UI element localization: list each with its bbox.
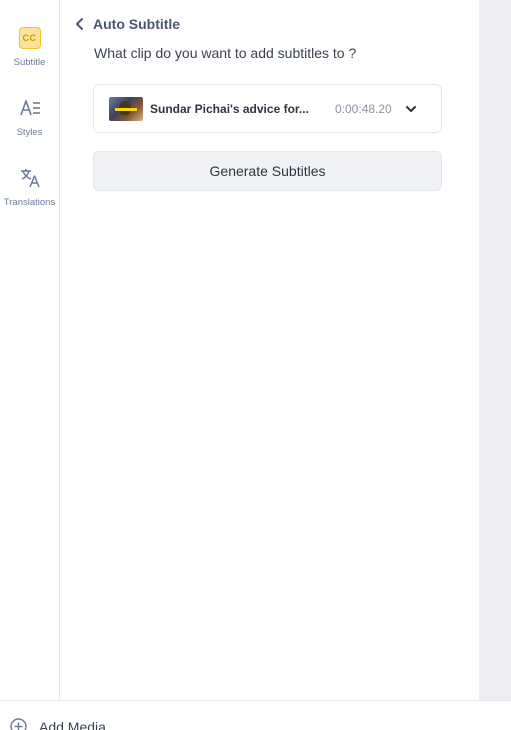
clip-select[interactable]: Sundar Pichai's advice for... 0:00:48.20 [93, 84, 442, 133]
chevron-left-icon [76, 18, 83, 30]
app: CC Subtitle Styles Translations Auto Sub… [0, 0, 511, 730]
sidebar-item-label: Subtitle [13, 57, 46, 68]
clip-thumbnail [109, 96, 143, 121]
sidebar-item-translations[interactable]: Translations [0, 165, 59, 225]
right-gutter [479, 0, 511, 700]
sidebar-item-subtitle[interactable]: CC Subtitle [0, 25, 59, 85]
sidebar-item-styles[interactable]: Styles [0, 95, 59, 155]
bottom-bar: Add Media [0, 700, 511, 730]
chevron-down-icon [405, 105, 416, 112]
clip-duration: 0:00:48.20 [335, 101, 392, 116]
add-media-button[interactable]: Add Media [10, 718, 106, 730]
clip-question: What clip do you want to add subtitles t… [94, 45, 357, 61]
generate-subtitles-button[interactable]: Generate Subtitles [93, 151, 442, 191]
translate-icon [17, 165, 43, 191]
back-button[interactable]: Auto Subtitle [73, 14, 180, 34]
sidebar-item-label: Styles [16, 127, 43, 138]
add-media-label: Add Media [39, 718, 106, 730]
panel-title: Auto Subtitle [93, 16, 181, 32]
left-rail: CC Subtitle Styles Translations [0, 0, 60, 700]
clip-name: Sundar Pichai's advice for... [150, 101, 309, 116]
styles-icon [17, 95, 43, 121]
auto-subtitle-panel: Auto Subtitle What clip do you want to a… [61, 0, 479, 700]
cc-icon: CC [17, 25, 43, 51]
sidebar-item-label: Translations [3, 197, 56, 208]
add-circle-icon [10, 718, 27, 730]
